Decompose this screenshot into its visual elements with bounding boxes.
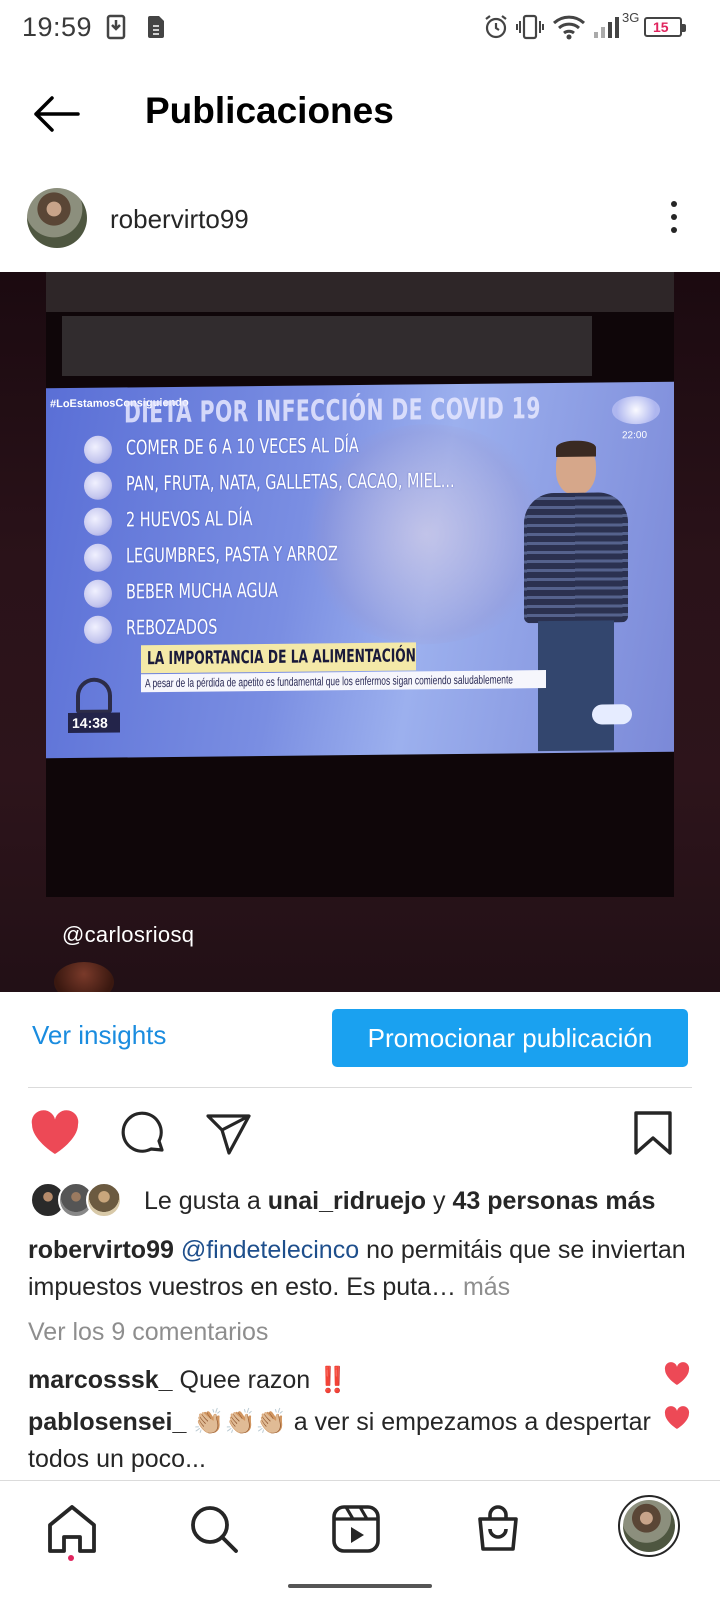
food-icon [84,543,112,572]
tv-title: DIETA POR INFECCIÓN DE COVID 19 [124,391,541,430]
action-bar [0,1110,720,1160]
vibrate-icon [516,14,544,40]
liker-avatar [86,1182,122,1218]
food-icon [84,435,112,464]
network-type: 3G [622,10,640,25]
channel-logo [592,704,632,725]
reels-icon [332,1505,380,1553]
arrow-left-icon [34,96,80,132]
search-icon [191,1506,238,1553]
home-notification-dot [68,1555,74,1561]
tv-subtitle: A pesar de la pérdida de apetito es fund… [141,670,546,693]
tv-banner: LA IMPORTANCIA DE LA ALIMENTACIÓN [141,642,416,674]
tv-banner-text: LA IMPORTANCIA DE LA ALIMENTACIÓN [147,645,416,670]
system-home-indicator[interactable] [288,1584,432,1588]
back-button[interactable] [30,92,82,136]
food-icon [84,471,112,500]
tv-item-text: 2 HUEVOS AL DÍA [126,506,253,532]
show-logo [612,395,660,425]
comment-item: pablosensei_ 👏🏼👏🏼👏🏼 a ver si empezamos a… [28,1404,668,1478]
food-icon [84,615,112,644]
divider [28,1087,692,1088]
post-header: robervirto99 [0,180,720,260]
view-insights-link[interactable]: Ver insights [32,1020,166,1051]
comment-item: marcosssk_ Quee razon ‼️ [28,1362,668,1399]
comment-icon [121,1111,164,1153]
nav-profile-avatar[interactable] [618,1495,680,1557]
more-vertical-icon [660,201,688,233]
download-icon [106,14,126,40]
tv-clock-text: 14:38 [72,714,108,732]
sim-icon [148,16,164,38]
comment-username[interactable]: pablosensei_ [28,1408,186,1436]
tv-item-text: REBOZADOS [126,614,218,640]
nav-shop[interactable] [470,1501,530,1561]
tv-top-band [46,272,674,312]
likes-prefix: Le gusta a [144,1187,261,1215]
caption-mention[interactable]: @findetelecinco [181,1236,359,1264]
tv-glare [62,316,592,376]
likes-summary[interactable]: Le gusta a unai_ridruejo y 43 personas m… [30,1182,710,1222]
caption-more-link[interactable]: más [463,1273,510,1301]
nav-home[interactable] [44,1501,104,1561]
promote-post-button[interactable]: Promocionar publicación [332,1009,688,1067]
comment-button[interactable] [118,1110,168,1160]
share-button[interactable] [204,1110,254,1160]
likes-text: Le gusta a unai_ridruejo y 43 personas m… [144,1187,655,1216]
comment-like-button[interactable] [664,1406,690,1430]
tv-screen: #LoEstamosConsiguiendo DIETA POR INFECCI… [46,381,674,759]
heart-filled-icon [664,1362,690,1385]
battery-icon: 15 [644,17,686,37]
battery-level: 15 [653,19,669,35]
comment-like-button[interactable] [664,1362,690,1386]
heart-filled-icon [31,1110,79,1154]
post-image[interactable]: #LoEstamosConsiguiendo DIETA POR INFECCI… [0,272,720,992]
image-handle-overlay: @carlosriosq [62,922,195,947]
image-decoration [54,962,114,992]
save-button[interactable] [632,1110,682,1160]
liker-username[interactable]: unai_ridruejo [268,1187,426,1215]
likes-connector: y [433,1187,446,1215]
nav-reels[interactable] [328,1501,388,1561]
status-time: 19:59 [22,12,93,42]
alarm-icon [485,15,507,39]
page-title: Publicaciones [145,90,394,131]
tv-item-text: PAN, FRUTA, NATA, GALLETAS, CACAO, MIEL.… [126,468,455,496]
insights-row: Ver insights Promocionar publicación [0,992,720,1078]
comment-text: Quee razon ‼️ [179,1366,349,1394]
omega-logo [76,677,112,714]
author-username[interactable]: robervirto99 [110,204,249,235]
post-caption: robervirto99 @findetelecinco no permitái… [28,1232,693,1306]
like-button[interactable] [30,1110,80,1160]
send-icon [206,1114,251,1155]
tv-subtitle-text: A pesar de la pérdida de apetito es fund… [145,672,513,691]
signal-icon [594,17,619,38]
food-icon [84,507,112,536]
top-header: Publicaciones [0,70,720,160]
comment-username[interactable]: marcosssk_ [28,1366,173,1394]
author-avatar[interactable] [27,188,87,248]
home-icon [48,1505,96,1553]
view-all-comments-link[interactable]: Ver los 9 comentarios [28,1318,268,1347]
more-options-button[interactable] [660,198,688,238]
tv-item-text: LEGUMBRES, PASTA Y ARROZ [126,541,338,568]
tv-clock: 14:38 [68,712,120,734]
heart-filled-icon [664,1406,690,1429]
caption-username[interactable]: robervirto99 [28,1236,174,1264]
status-bar: 19:59 3G 15 [0,0,720,56]
wifi-icon [552,15,586,40]
tv-item-text: COMER DE 6 A 10 VECES AL DÍA [126,433,359,460]
bottom-navigation [0,1480,720,1600]
nav-search[interactable] [186,1501,246,1561]
show-logo-time: 22:00 [622,429,648,442]
likes-count[interactable]: 43 personas más [453,1187,656,1215]
bookmark-icon [634,1111,672,1155]
tv-item-text: BEBER MUCHA AGUA [126,577,278,604]
food-icon [84,579,112,608]
shop-icon [478,1505,518,1551]
